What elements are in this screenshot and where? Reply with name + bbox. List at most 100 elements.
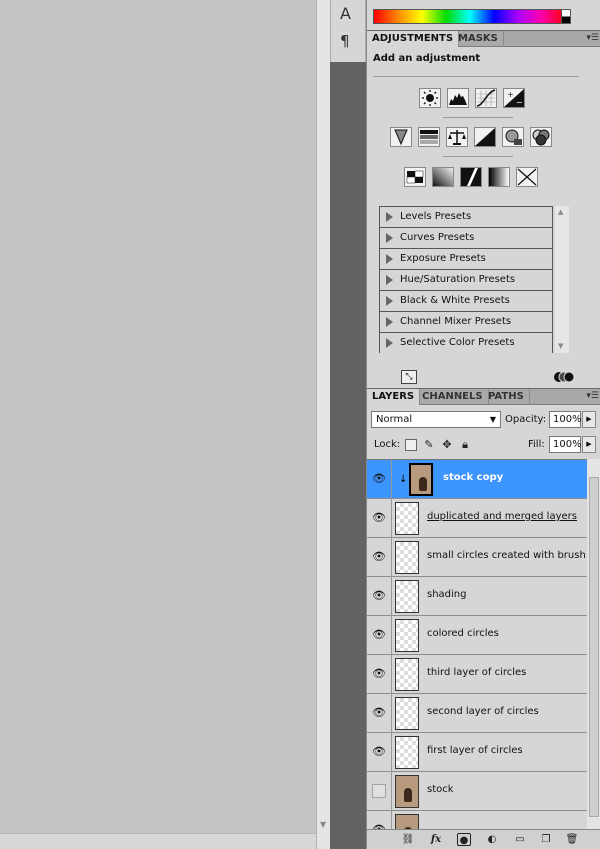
expand-triangle-icon[interactable]	[386, 317, 393, 327]
opacity-input[interactable]: 100%	[549, 411, 582, 428]
visibility-eye-icon[interactable]: 👁︎	[370, 743, 388, 761]
scroll-up-icon[interactable]: ▲	[558, 208, 563, 216]
layer-row[interactable]: 👁︎ third layer of circles	[367, 655, 587, 694]
character-panel-icon[interactable]: A	[340, 4, 351, 23]
blend-mode-select[interactable]: Normal ▼	[371, 411, 501, 428]
fill-slider-icon[interactable]: ▶	[582, 436, 596, 453]
tab-paths[interactable]: PATHS	[483, 389, 530, 405]
layer-row-stock[interactable]: stock	[367, 772, 587, 811]
curves-icon[interactable]	[475, 88, 497, 108]
layer-style-icon[interactable]: fx	[429, 833, 443, 846]
expand-triangle-icon[interactable]	[386, 212, 393, 222]
layer-name[interactable]: third layer of circles	[427, 667, 526, 678]
layer-name[interactable]: second layer of circles	[427, 706, 539, 717]
delete-layer-icon[interactable]: 🗑︎	[565, 833, 579, 846]
layer-thumbnail[interactable]	[395, 502, 419, 535]
expand-triangle-icon[interactable]	[386, 233, 393, 243]
layer-row[interactable]: 👁︎ small circles created with brush	[367, 538, 587, 577]
document-canvas-area[interactable]	[0, 0, 316, 849]
preset-black-white[interactable]: Black & White Presets	[380, 291, 552, 312]
layer-row-partial[interactable]: 👁︎	[367, 811, 587, 829]
layer-thumbnail[interactable]	[395, 814, 419, 829]
link-layers-icon[interactable]: ⛓	[401, 833, 415, 846]
color-spectrum-bar[interactable]	[373, 9, 567, 24]
panel-menu-icon[interactable]: ▾☰	[586, 391, 599, 401]
threshold-icon[interactable]	[460, 167, 482, 187]
preset-channel-mixer[interactable]: Channel Mixer Presets	[380, 312, 552, 333]
invert-icon[interactable]	[404, 167, 426, 187]
preset-exposure[interactable]: Exposure Presets	[380, 249, 552, 270]
scroll-down-icon[interactable]: ▼	[558, 342, 563, 350]
layer-thumbnail[interactable]	[395, 775, 419, 808]
opacity-slider-icon[interactable]: ▶	[582, 411, 596, 428]
tab-channels[interactable]: CHANNELS	[417, 389, 489, 405]
scroll-thumb[interactable]	[589, 477, 599, 817]
preset-hue-saturation[interactable]: Hue/Saturation Presets	[380, 270, 552, 291]
expand-triangle-icon[interactable]	[386, 254, 393, 264]
visibility-eye-icon[interactable]: 👁︎	[370, 509, 388, 527]
lock-all-icon[interactable]: 🔒︎	[459, 439, 471, 451]
clip-to-layer-icon[interactable]	[553, 370, 575, 384]
lock-image-pixels-icon[interactable]: ✎	[423, 439, 435, 451]
expanded-view-icon[interactable]: ⤡	[401, 370, 417, 384]
visibility-eye-icon[interactable]: 👁︎	[370, 587, 388, 605]
fill-input[interactable]: 100%	[549, 436, 582, 453]
layer-thumbnail[interactable]	[395, 619, 419, 652]
visibility-eye-icon[interactable]: 👁︎	[370, 548, 388, 566]
add-mask-icon[interactable]: ●	[457, 833, 471, 846]
panel-menu-icon[interactable]: ▾☰	[586, 33, 599, 43]
hue-saturation-icon[interactable]	[418, 127, 440, 147]
photo-filter-icon[interactable]	[502, 127, 524, 147]
layer-row[interactable]: 👁︎ colored circles	[367, 616, 587, 655]
layer-thumbnail[interactable]	[395, 697, 419, 730]
layer-name[interactable]: stock	[427, 784, 454, 795]
gradient-map-icon[interactable]	[488, 167, 510, 187]
layer-thumbnail[interactable]	[395, 736, 419, 769]
paragraph-panel-icon[interactable]: ¶	[340, 32, 350, 50]
layer-name[interactable]: first layer of circles	[427, 745, 523, 756]
lock-position-icon[interactable]: ✥	[441, 439, 453, 451]
new-adjustment-layer-icon[interactable]: ◐	[485, 833, 499, 846]
visibility-eye-icon[interactable]: 👁︎	[370, 626, 388, 644]
exposure-icon[interactable]: + −	[503, 88, 525, 108]
selective-color-icon[interactable]	[516, 167, 538, 187]
visibility-eye-icon[interactable]: 👁︎	[370, 821, 388, 829]
expand-triangle-icon[interactable]	[386, 338, 393, 348]
expand-triangle-icon[interactable]	[386, 296, 393, 306]
vibrance-icon[interactable]	[390, 127, 412, 147]
black-white-icon[interactable]	[474, 127, 496, 147]
layer-thumbnail[interactable]	[395, 658, 419, 691]
tab-layers[interactable]: LAYERS	[367, 389, 421, 405]
scroll-down-icon[interactable]: ▼	[320, 820, 326, 829]
layer-row-stock-copy[interactable]: 👁︎ ↓ stock copy	[367, 460, 587, 499]
layer-name[interactable]: small circles created with brush	[427, 550, 586, 561]
layer-name[interactable]: shading	[427, 589, 467, 600]
posterize-icon[interactable]	[432, 167, 454, 187]
visibility-eye-icon[interactable]: 👁︎	[370, 470, 388, 488]
preset-levels[interactable]: Levels Presets	[380, 207, 552, 228]
visibility-eye-icon[interactable]: 👁︎	[370, 704, 388, 722]
visibility-eye-icon[interactable]: 👁︎	[370, 665, 388, 683]
channel-mixer-icon[interactable]	[530, 127, 552, 147]
layer-row[interactable]: 👁︎ first layer of circles	[367, 733, 587, 772]
lock-transparent-pixels-icon[interactable]	[405, 439, 417, 451]
layer-name[interactable]: duplicated and merged layers	[427, 511, 577, 522]
layer-name[interactable]: stock copy	[443, 472, 503, 483]
layer-row[interactable]: 👁︎ duplicated and merged layers	[367, 499, 587, 538]
expand-triangle-icon[interactable]	[386, 275, 393, 285]
layer-row[interactable]: 👁︎ second layer of circles	[367, 694, 587, 733]
levels-icon[interactable]	[447, 88, 469, 108]
color-balance-icon[interactable]	[446, 127, 468, 147]
new-group-icon[interactable]: ▭	[513, 833, 527, 846]
brightness-contrast-icon[interactable]	[419, 88, 441, 108]
layer-thumbnail[interactable]	[395, 580, 419, 613]
horizontal-scrollbar[interactable]	[0, 833, 316, 849]
layers-scrollbar[interactable]	[587, 459, 600, 829]
new-layer-icon[interactable]: ❐	[539, 833, 553, 846]
black-white-swatch[interactable]	[561, 9, 571, 24]
visibility-toggle-off[interactable]	[372, 784, 386, 798]
layer-row[interactable]: 👁︎ shading	[367, 577, 587, 616]
tab-masks[interactable]: MASKS	[453, 31, 504, 47]
layer-name[interactable]: colored circles	[427, 628, 499, 639]
preset-selective-color[interactable]: Selective Color Presets	[380, 333, 552, 354]
